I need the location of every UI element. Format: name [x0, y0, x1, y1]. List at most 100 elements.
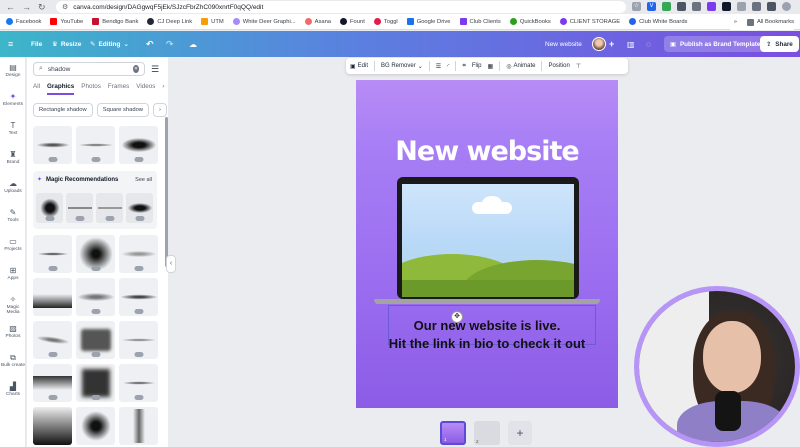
graphic-tile[interactable]	[119, 278, 158, 316]
extension-icon[interactable]: V	[647, 2, 656, 11]
graphic-tile[interactable]	[96, 193, 123, 223]
graphic-tile[interactable]	[119, 321, 158, 359]
body-text-line-2[interactable]: Hit the link in bio to check it out	[356, 336, 618, 351]
collaborator-avatar[interactable]	[592, 31, 606, 57]
bookmark-item[interactable]: Fount	[340, 18, 365, 25]
graphic-tile[interactable]	[33, 364, 72, 402]
tab-all[interactable]: All	[33, 81, 40, 95]
paint-format-icon[interactable]: ⊤	[576, 63, 581, 70]
graphic-tile[interactable]	[119, 364, 158, 402]
chip-square-shadow[interactable]: Square shadow	[96, 103, 149, 117]
publish-brand-template-button[interactable]: ▣ Publish as Brand Template	[664, 36, 767, 52]
extension-icon[interactable]	[767, 2, 776, 11]
bookmark-item[interactable]: CLIENT STORAGE	[559, 18, 620, 25]
tab-photos[interactable]: Photos	[81, 81, 101, 95]
rail-item-tools[interactable]: ✎ Tools	[0, 208, 26, 223]
page-thumbnail-1[interactable]: 1	[440, 421, 466, 445]
graphic-tile[interactable]	[76, 407, 115, 445]
undo-icon[interactable]: ↶	[146, 31, 154, 57]
rail-item-uploads[interactable]: ☁ Uploads	[0, 179, 26, 194]
rail-item-projects[interactable]: ▭ Projects	[0, 237, 26, 252]
position-button[interactable]: Position	[548, 63, 569, 69]
border-style-icon[interactable]: ☰	[436, 63, 441, 70]
clear-search-icon[interactable]: ✕	[132, 65, 139, 73]
bg-remover-button[interactable]: BG Remover ⌄	[381, 63, 423, 70]
add-page-button[interactable]: +	[508, 421, 532, 445]
graphic-tile[interactable]	[76, 126, 115, 164]
url-text[interactable]: canva.com/design/DAGgwqF5jEk/SJzcFbrZhC0…	[73, 4, 263, 11]
graphic-tile[interactable]	[126, 193, 153, 223]
tab-frames[interactable]: Frames	[108, 81, 129, 95]
graphic-tile[interactable]	[119, 235, 158, 273]
body-text-line-1[interactable]: Our new website is live.	[356, 318, 618, 333]
rail-item-apps[interactable]: ⊞ Apps	[0, 266, 26, 281]
chevron-right-icon[interactable]: »	[734, 19, 737, 25]
editing-dropdown[interactable]: ✎ Editing ⌄	[90, 31, 129, 57]
extension-icon[interactable]	[722, 2, 731, 11]
bookmark-item[interactable]: YouTube	[50, 18, 83, 25]
extension-icon[interactable]	[752, 2, 761, 11]
forward-icon[interactable]: →	[22, 0, 31, 14]
all-bookmarks-button[interactable]: All Bookmarks	[746, 18, 794, 26]
rail-item-magic-media[interactable]: ✧ Magic Media	[0, 295, 26, 315]
design-canvas[interactable]: New website Our new website is live. Hit…	[356, 80, 618, 408]
bookmark-item[interactable]: Bendigo Bank	[92, 18, 138, 25]
graphic-tile[interactable]	[76, 235, 115, 273]
move-handle-icon[interactable]: ✥	[451, 311, 463, 323]
bookmark-item[interactable]: Club Clients	[459, 18, 501, 25]
graphic-tile[interactable]	[76, 321, 115, 359]
graphic-tile[interactable]	[66, 193, 93, 223]
bookmark-item[interactable]: Toggl	[373, 18, 398, 25]
graphic-tile[interactable]	[33, 235, 72, 273]
animate-button[interactable]: ◎ Animate	[506, 63, 535, 70]
back-icon[interactable]: ←	[6, 0, 15, 14]
analytics-icon[interactable]: ▥	[627, 31, 635, 57]
add-collaborator-icon[interactable]: +	[609, 31, 614, 57]
rail-item-bulk-create[interactable]: ⧉ Bulk create	[0, 353, 26, 368]
tab-graphics[interactable]: Graphics	[47, 81, 75, 95]
corner-rounding-icon[interactable]: ◜	[447, 63, 449, 70]
search-box[interactable]: ⌕ ✕	[33, 62, 145, 76]
extension-icon[interactable]	[662, 2, 671, 11]
bookmark-item[interactable]: UTM	[201, 18, 224, 25]
design-headline[interactable]: New website	[356, 136, 618, 167]
graphic-tile[interactable]	[119, 407, 158, 445]
graphic-tile[interactable]	[36, 193, 63, 223]
filter-icon[interactable]: ☰	[151, 64, 159, 75]
graphic-tile[interactable]	[119, 126, 158, 164]
address-bar[interactable]: ⚙ canva.com/design/DAGgwqF5jEk/SJzcFbrZh…	[56, 1, 626, 13]
chip-rectangle-shadow[interactable]: Rectangle shadow	[33, 103, 93, 117]
graphic-tile[interactable]	[76, 278, 115, 316]
extension-icon[interactable]	[737, 2, 746, 11]
edit-image-button[interactable]: ▣ Edit	[350, 63, 368, 70]
site-info-icon[interactable]: ⚙	[62, 3, 68, 11]
graphic-tile[interactable]	[33, 278, 72, 316]
profile-avatar[interactable]	[782, 2, 791, 11]
resize-button[interactable]: ♛ Resize	[52, 31, 81, 57]
see-all-link[interactable]: See all	[135, 177, 152, 183]
bookmark-item[interactable]: CJ Deep Link	[147, 18, 192, 25]
graphic-tile[interactable]	[76, 364, 115, 402]
rail-item-elements[interactable]: ✦ Elements	[0, 92, 26, 107]
rail-item-charts[interactable]: ▟ Charts	[0, 382, 26, 397]
graphic-tile[interactable]	[33, 321, 72, 359]
rail-item-photos[interactable]: ▨ Photos	[0, 324, 26, 339]
rail-item-text[interactable]: T Text	[0, 121, 26, 136]
bookmark-item[interactable]: White Deer Graphi...	[232, 18, 296, 25]
bookmark-item[interactable]: QuickBooks	[509, 18, 551, 25]
graphic-tile[interactable]	[33, 407, 72, 445]
file-menu[interactable]: File	[31, 31, 42, 57]
extension-icon[interactable]	[707, 2, 716, 11]
bookmark-item[interactable]: Club White Boards	[629, 18, 687, 25]
redo-icon[interactable]: ↷	[166, 31, 174, 57]
tabs-next-icon[interactable]: ›	[162, 81, 164, 95]
bookmark-item[interactable]: Facebook	[6, 18, 41, 25]
graphic-tile[interactable]	[33, 126, 72, 164]
rail-item-brand[interactable]: ♜ Brand	[0, 150, 26, 165]
panel-scrollbar[interactable]	[165, 117, 168, 267]
transparency-icon[interactable]: ▦	[488, 63, 494, 70]
rail-item-design[interactable]: ▤ Design	[0, 63, 26, 78]
page-thumbnail-2[interactable]: 2	[474, 421, 500, 445]
crop-icon[interactable]: ⌗	[462, 63, 465, 70]
laptop-mockup[interactable]	[397, 177, 579, 299]
